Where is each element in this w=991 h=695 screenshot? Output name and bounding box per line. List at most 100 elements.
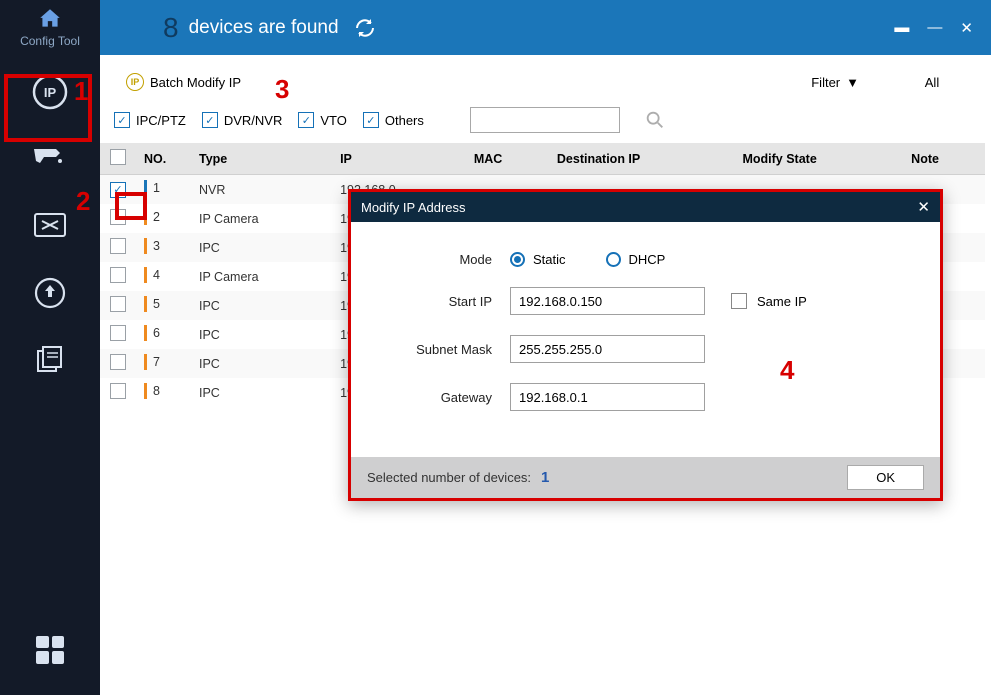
filter-others-checkbox[interactable]: ✓ xyxy=(363,112,379,128)
row-no: 7 xyxy=(153,355,160,369)
chevron-down-icon: ▼ xyxy=(846,75,859,90)
row-checkbox[interactable] xyxy=(110,209,126,225)
ok-label: OK xyxy=(876,470,895,485)
window-minimize-icon[interactable]: — xyxy=(927,19,942,37)
svg-text:IP: IP xyxy=(44,85,57,100)
col-type: Type xyxy=(191,143,332,175)
subnet-label: Subnet Mask xyxy=(375,342,510,357)
row-type: IPC xyxy=(191,233,332,262)
row-checkbox[interactable]: ✓ xyxy=(110,182,126,198)
window-controls: ▬ — ✕ xyxy=(894,19,973,37)
window-close-icon[interactable]: ✕ xyxy=(960,19,973,37)
row-type: IP Camera xyxy=(191,204,332,233)
modify-ip-dialog: Modify IP Address ✕ Mode Static DHCP Sta… xyxy=(348,189,943,501)
row-type: IPC xyxy=(191,378,332,407)
dialog-titlebar: Modify IP Address ✕ xyxy=(351,192,940,222)
subnet-input[interactable] xyxy=(510,335,705,363)
filter-dvr-label: DVR/NVR xyxy=(224,113,283,128)
ip-icon: IP xyxy=(30,72,70,112)
gateway-input[interactable] xyxy=(510,383,705,411)
row-no: 1 xyxy=(153,181,160,195)
mode-static-label: Static xyxy=(533,252,566,267)
filter-vto-checkbox[interactable]: ✓ xyxy=(298,112,314,128)
row-color-bar xyxy=(144,267,147,283)
filter-vto-label: VTO xyxy=(320,113,347,128)
row-color-bar xyxy=(144,180,147,196)
filter-dvr-checkbox[interactable]: ✓ xyxy=(202,112,218,128)
row-type: IPC xyxy=(191,349,332,378)
search-input[interactable] xyxy=(470,107,620,133)
row-no: 8 xyxy=(153,384,160,398)
sidebar-item-upgrade[interactable] xyxy=(15,265,85,320)
row-checkbox[interactable] xyxy=(110,296,126,312)
row-checkbox[interactable] xyxy=(110,354,126,370)
home-icon xyxy=(35,6,65,32)
row-no: 4 xyxy=(153,268,160,282)
row-no: 5 xyxy=(153,297,160,311)
row-color-bar xyxy=(144,354,147,370)
start-ip-input[interactable] xyxy=(510,287,705,315)
sidebar-item-ip[interactable]: IP xyxy=(15,64,85,119)
mode-static-radio[interactable] xyxy=(510,252,525,267)
home-label: Config Tool xyxy=(20,34,80,48)
sidebar-item-grid[interactable] xyxy=(15,622,85,677)
mode-label: Mode xyxy=(375,252,510,267)
filter-others-label: Others xyxy=(385,113,424,128)
row-color-bar xyxy=(144,209,147,225)
toolbar: IP Batch Modify IP Filter ▼ All xyxy=(100,55,991,107)
camera-icon xyxy=(32,145,68,173)
filter-ipc-label: IPC/PTZ xyxy=(136,113,186,128)
batch-modify-ip-button[interactable]: IP Batch Modify IP xyxy=(114,66,253,98)
same-ip-checkbox[interactable] xyxy=(731,293,747,309)
row-no: 2 xyxy=(153,210,160,224)
col-no: NO. xyxy=(136,143,191,175)
col-state: Modify State xyxy=(734,143,903,175)
all-button[interactable]: All xyxy=(887,65,977,99)
col-dest: Destination IP xyxy=(549,143,735,175)
filter-label: Filter xyxy=(811,75,840,90)
sidebar-item-camera[interactable] xyxy=(15,131,85,186)
selected-devices-count: 1 xyxy=(541,469,549,486)
row-color-bar xyxy=(144,325,147,341)
dialog-title: Modify IP Address xyxy=(361,200,466,215)
filter-ipc-checkbox[interactable]: ✓ xyxy=(114,112,130,128)
window-menu-icon[interactable]: ▬ xyxy=(894,19,909,37)
dialog-footer: Selected number of devices: 1 OK xyxy=(351,457,940,498)
sidebar: Config Tool IP xyxy=(0,0,100,695)
row-type: IPC xyxy=(191,291,332,320)
topbar: 8 devices are found ▬ — ✕ xyxy=(100,0,991,55)
filters-row: ✓ IPC/PTZ ✓ DVR/NVR ✓ VTO ✓ Others xyxy=(100,107,991,143)
row-checkbox[interactable] xyxy=(110,325,126,341)
row-type: IPC xyxy=(191,320,332,349)
row-checkbox[interactable] xyxy=(110,267,126,283)
select-all-checkbox[interactable] xyxy=(110,149,126,165)
row-color-bar xyxy=(144,383,147,399)
start-ip-label: Start IP xyxy=(375,294,510,309)
home-button[interactable]: Config Tool xyxy=(20,6,80,48)
selected-devices-label: Selected number of devices: xyxy=(367,470,531,485)
ok-button[interactable]: OK xyxy=(847,465,924,490)
upgrade-icon xyxy=(33,276,67,310)
batch-ip-icon: IP xyxy=(126,73,144,91)
mode-dhcp-radio[interactable] xyxy=(606,252,621,267)
col-ip: IP xyxy=(332,143,466,175)
row-type: NVR xyxy=(191,175,332,205)
row-checkbox[interactable] xyxy=(110,383,126,399)
sidebar-item-tools[interactable] xyxy=(15,198,85,253)
sidebar-item-docs[interactable] xyxy=(15,332,85,387)
batch-modify-ip-label: Batch Modify IP xyxy=(150,75,241,90)
col-note: Note xyxy=(903,143,985,175)
row-color-bar xyxy=(144,296,147,312)
gateway-label: Gateway xyxy=(375,390,510,405)
dialog-close-button[interactable]: ✕ xyxy=(917,198,930,216)
refresh-button[interactable] xyxy=(353,16,377,40)
filter-button[interactable]: Filter ▼ xyxy=(793,65,877,99)
row-color-bar xyxy=(144,238,147,254)
same-ip-label: Same IP xyxy=(757,294,807,309)
refresh-icon xyxy=(353,16,377,40)
col-mac: MAC xyxy=(466,143,549,175)
row-type: IP Camera xyxy=(191,262,332,291)
row-checkbox[interactable] xyxy=(110,238,126,254)
search-icon[interactable] xyxy=(644,109,666,131)
device-count: 8 xyxy=(163,12,179,44)
